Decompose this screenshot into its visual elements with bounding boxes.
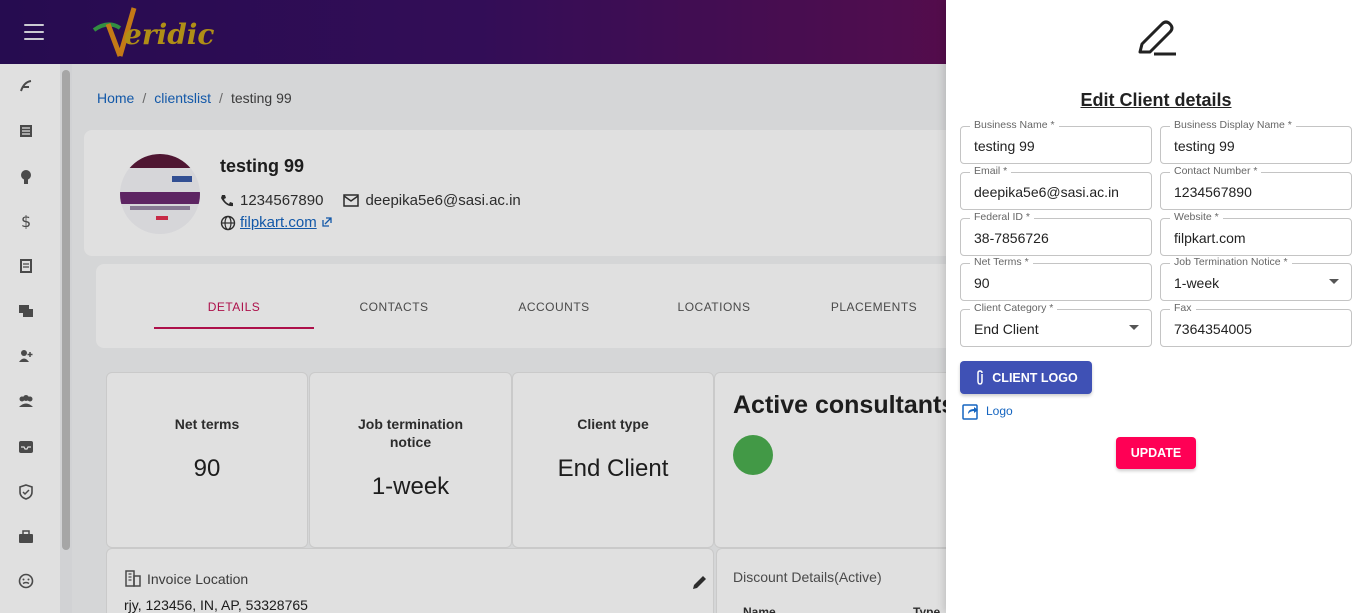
client-logo-upload-button[interactable]: CLIENT LOGO — [960, 361, 1092, 394]
edit-client-drawer: Edit Client details Business Name * test… — [946, 0, 1366, 613]
logo-link[interactable]: Logo — [962, 402, 1013, 420]
net-terms-field[interactable]: Net Terms * 90 — [960, 256, 1152, 301]
share-icon — [962, 404, 978, 420]
logo-link-label: Logo — [986, 404, 1013, 418]
chevron-down-icon — [1329, 279, 1339, 284]
edit-signature-icon — [1138, 20, 1176, 56]
update-button[interactable]: UPDATE — [1116, 437, 1196, 469]
contact-number-field[interactable]: Contact Number * 1234567890 — [1160, 165, 1352, 210]
website-field[interactable]: Website * filpkart.com — [1160, 211, 1352, 256]
attachment-icon — [977, 369, 984, 385]
chevron-down-icon — [1129, 325, 1139, 330]
drawer-title: Edit Client details — [1080, 90, 1232, 110]
client-category-select[interactable]: Client Category * End Client — [960, 302, 1152, 347]
fax-field[interactable]: Fax 7364354005 — [1160, 302, 1352, 347]
business-name-field[interactable]: Business Name * testing 99 — [960, 119, 1152, 164]
business-display-name-field[interactable]: Business Display Name * testing 99 — [1160, 119, 1352, 164]
client-logo-label: CLIENT LOGO — [992, 370, 1078, 385]
drawer-backdrop[interactable] — [0, 0, 946, 613]
job-termination-notice-select[interactable]: Job Termination Notice * 1-week — [1160, 256, 1352, 301]
federal-id-field[interactable]: Federal ID * 38-7856726 — [960, 211, 1152, 256]
email-field[interactable]: Email * deepika5e6@sasi.ac.in — [960, 165, 1152, 210]
